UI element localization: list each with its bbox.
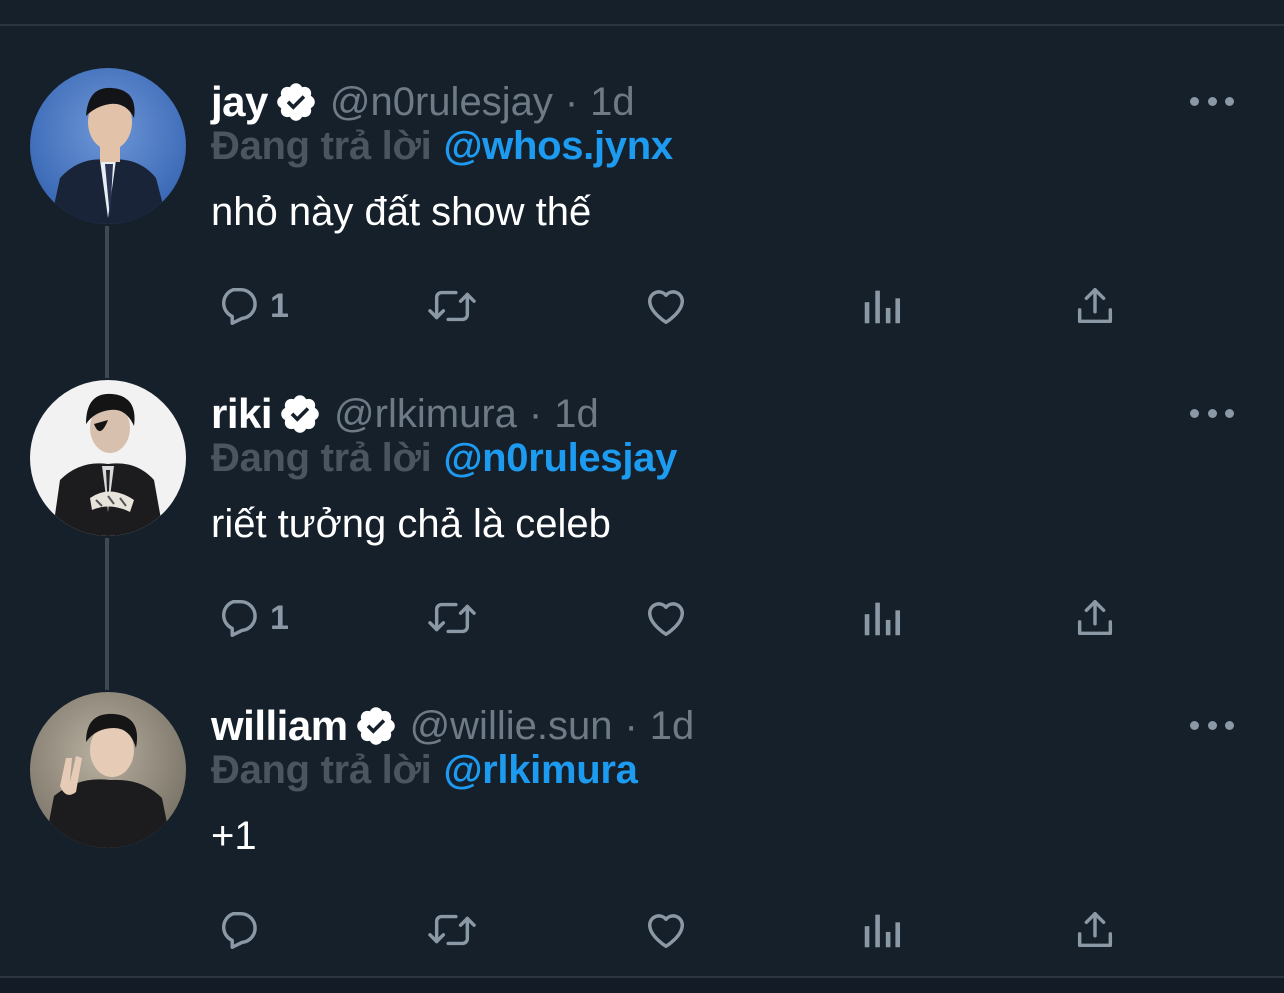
verified-badge-icon — [274, 80, 318, 124]
views-button[interactable] — [860, 278, 904, 334]
separator-dot: · — [624, 703, 638, 748]
analytics-icon — [864, 914, 901, 948]
timestamp[interactable]: 1d — [590, 80, 635, 125]
avatar[interactable] — [30, 692, 186, 848]
replying-to: Đang trả lời @rlkimura — [211, 748, 638, 793]
tweet-header: jay @n0rulesjay · 1d — [211, 74, 635, 130]
tweet-header: william @willie.sun · 1d — [211, 698, 694, 754]
reply-button[interactable]: 1 — [214, 590, 289, 646]
separator-dot: · — [528, 391, 543, 436]
reply-button[interactable]: 1 — [214, 278, 289, 334]
mention-link[interactable]: @rlkimura — [443, 748, 637, 792]
tweet-header: riki @rlkimura · 1d — [211, 386, 599, 442]
mention-link[interactable]: @n0rulesjay — [443, 436, 677, 480]
reply-icon — [222, 911, 257, 949]
reply-icon — [222, 599, 257, 637]
more-icon[interactable] — [1190, 398, 1234, 428]
display-name[interactable]: riki — [211, 390, 273, 438]
analytics-icon — [864, 290, 901, 324]
retweet-button[interactable] — [424, 278, 480, 334]
handle[interactable]: @n0rulesjay — [330, 80, 553, 125]
handle[interactable]: @rlkimura — [334, 392, 517, 437]
retweet-button[interactable] — [424, 902, 480, 958]
share-icon — [1077, 287, 1113, 324]
replying-prefix: Đang trả lời — [211, 436, 432, 480]
tweet-thread: jay @n0rulesjay · 1d Đang trả lời @whos.j… — [0, 0, 1284, 993]
retweet-icon — [428, 602, 476, 634]
share-button[interactable] — [1072, 590, 1118, 646]
retweet-icon — [428, 290, 476, 322]
more-icon[interactable] — [1190, 86, 1234, 116]
more-icon[interactable] — [1190, 710, 1234, 740]
tweet-text: riết tưởng chả là celeb — [211, 502, 611, 546]
tweet-actions: 1 — [0, 590, 1284, 646]
heart-icon — [647, 914, 685, 949]
tweet-actions — [0, 902, 1284, 958]
tweet-text: +1 — [211, 814, 257, 858]
tweet[interactable]: riki @rlkimura · 1d Đang trả lời @n0rules… — [0, 380, 1284, 692]
replying-to: Đang trả lời @whos.jynx — [211, 124, 673, 169]
reply-count: 1 — [270, 598, 289, 637]
reply-icon — [222, 287, 257, 325]
tweet[interactable]: jay @n0rulesjay · 1d Đang trả lời @whos.j… — [0, 68, 1284, 380]
like-button[interactable] — [642, 902, 690, 958]
heart-icon — [647, 602, 685, 637]
heart-icon — [647, 290, 685, 325]
share-icon — [1077, 911, 1113, 948]
display-name[interactable]: jay — [211, 78, 268, 126]
tweet-actions: 1 — [0, 278, 1284, 334]
verified-badge-icon — [278, 392, 322, 436]
top-divider — [0, 24, 1284, 26]
tweet-text: nhỏ này đất show thế — [211, 190, 592, 234]
share-button[interactable] — [1072, 902, 1118, 958]
bottom-strip — [0, 978, 1284, 993]
like-button[interactable] — [642, 278, 690, 334]
replying-prefix: Đang trả lời — [211, 124, 432, 168]
verified-badge-icon — [354, 704, 398, 748]
tweet[interactable]: william @willie.sun · 1d Đang trả lời @rl… — [0, 692, 1284, 993]
display-name[interactable]: william — [211, 702, 348, 750]
separator-dot: · — [564, 79, 579, 124]
replying-to: Đang trả lời @n0rulesjay — [211, 436, 677, 481]
avatar[interactable] — [30, 380, 186, 536]
share-button[interactable] — [1072, 278, 1118, 334]
mention-link[interactable]: @whos.jynx — [443, 124, 673, 168]
timestamp[interactable]: 1d — [554, 392, 599, 437]
reply-button[interactable] — [214, 902, 270, 958]
retweet-button[interactable] — [424, 590, 480, 646]
views-button[interactable] — [860, 590, 904, 646]
analytics-icon — [864, 602, 901, 636]
reply-count: 1 — [270, 286, 289, 325]
timestamp[interactable]: 1d — [650, 704, 695, 749]
replying-prefix: Đang trả lời — [211, 748, 432, 792]
avatar[interactable] — [30, 68, 186, 224]
like-button[interactable] — [642, 590, 690, 646]
share-icon — [1077, 599, 1113, 636]
retweet-icon — [428, 914, 476, 946]
handle[interactable]: @willie.sun — [410, 704, 613, 749]
views-button[interactable] — [860, 902, 904, 958]
